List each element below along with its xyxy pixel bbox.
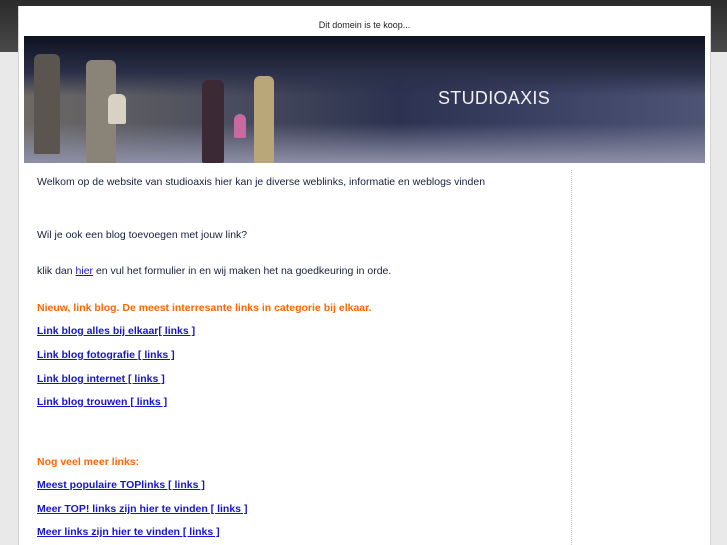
hier-link[interactable]: hier [76, 265, 94, 277]
welcome-text: Welkom op de website van studioaxis hier… [37, 176, 486, 188]
banner-figure [254, 76, 274, 163]
link-meer-top-links[interactable]: Meer TOP! links zijn hier te vinden [ li… [37, 503, 247, 515]
link-meer-links[interactable]: Meer links zijn hier te vinden [ links ] [37, 526, 220, 538]
link-blog-internet[interactable]: Link blog internet [ links ] [37, 373, 165, 385]
banner-figure [34, 54, 60, 154]
page-container: Dit domein is te koop... STUDIOAXIS Welk… [18, 6, 711, 545]
banner-floor-shading [24, 123, 705, 163]
link-populaire-toplinks[interactable]: Meest populaire TOPlinks [ links ] [37, 479, 205, 491]
banner-ceiling-shading [24, 36, 705, 96]
click-instruction: klik dan hier en vul het formulier in en… [37, 265, 391, 277]
question-text: Wil je ook een blog toevoegen met jouw l… [37, 229, 248, 241]
link-blog-trouwen[interactable]: Link blog trouwen [ links ] [37, 396, 167, 408]
link-blog-fotografie[interactable]: Link blog fotografie [ links ] [37, 349, 175, 361]
column-divider [571, 170, 572, 545]
click-suffix: en vul het formulier in en wij maken het… [93, 265, 392, 277]
banner-figure [234, 114, 246, 138]
link-blog-alles[interactable]: Link blog alles bij elkaar[ links ] [37, 325, 195, 337]
banner-title: STUDIOAXIS [438, 88, 551, 108]
banner-figure [108, 94, 126, 124]
header-banner: STUDIOAXIS [24, 36, 705, 163]
click-prefix: klik dan [37, 265, 76, 277]
banner-figure [202, 80, 224, 163]
section1-heading: Nieuw, link blog. De meest interresante … [37, 302, 372, 314]
domain-sale-notice: Dit domein is te koop... [318, 20, 411, 30]
section2-heading: Nog veel meer links: [37, 456, 140, 468]
